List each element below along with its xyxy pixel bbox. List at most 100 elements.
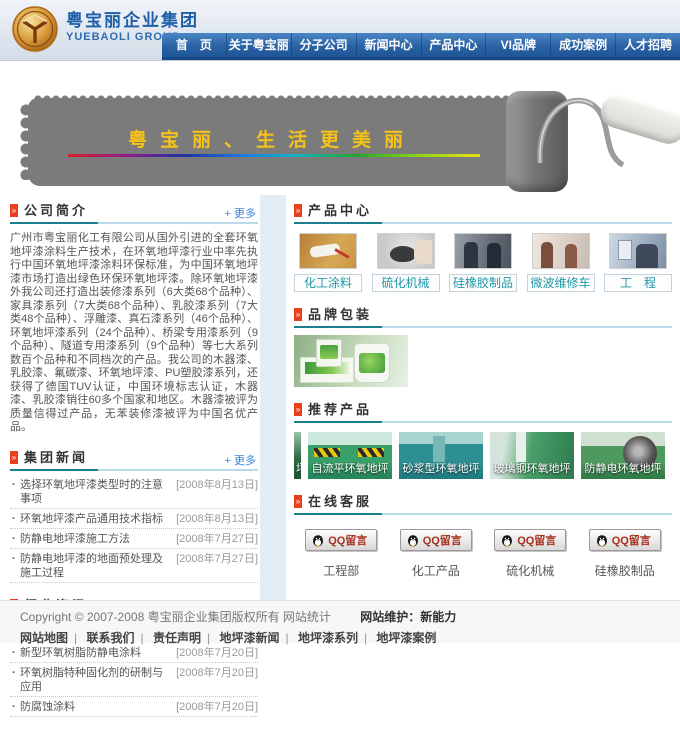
product-photo-paint-roller[interactable] — [299, 233, 357, 269]
qq-message-button[interactable]: QQ留言 — [589, 529, 661, 551]
separator: | — [74, 631, 77, 645]
qq-button-label: QQ留言 — [328, 532, 367, 548]
product-photo-handshake[interactable] — [454, 233, 512, 269]
news-date: [2008年7月20日] — [176, 666, 258, 680]
nav-item-vi-brand[interactable]: VI品牌 — [486, 33, 551, 57]
separator: | — [364, 631, 367, 645]
photo-shape — [464, 242, 478, 269]
news-link[interactable]: 环氧地坪漆产品通用技术指标 — [10, 512, 173, 526]
service-item-chemical: QQ留言 化工产品 — [389, 529, 484, 579]
footer-links: 网站地图| 联系我们| 责任声明| 地坪漆新闻| 地坪漆系列| 地坪漆案例 — [0, 625, 680, 646]
product-row: 化工涂料 硫化机械 硅橡胶制品 微波维修车 工 程 — [294, 233, 672, 292]
news-item: 选择环氧地坪漆类型时的注意事项 [2008年8月13日] — [10, 475, 258, 509]
qq-penguin-icon — [596, 534, 608, 547]
qq-penguin-icon — [501, 534, 513, 547]
footer-link-disclaimer[interactable]: 责任声明 — [153, 631, 201, 645]
section-title: 在线客服 — [308, 494, 372, 509]
separator: | — [207, 631, 210, 645]
nav-item-careers[interactable]: 人才招聘 — [616, 33, 680, 57]
photo-shape — [541, 242, 553, 268]
section-brand-packaging: 品牌包装 — [294, 304, 672, 387]
nav-item-news[interactable]: 新闻中心 — [357, 33, 422, 57]
recommended-row: 坪 自流平环氧地坪 砂浆型环氧地坪 玻璃钢环氧地坪 防静电环氧地坪 — [294, 432, 672, 479]
product-photo-office[interactable] — [609, 233, 667, 269]
news-link[interactable]: 环氧树脂特种固化剂的研制与应用 — [10, 666, 173, 694]
photo-shape — [390, 246, 416, 262]
photo-caption: 砂浆型环氧地坪 — [399, 460, 483, 476]
hero-banner: 粤宝丽、生活更美丽 — [0, 61, 680, 195]
section-title: 品牌包装 — [308, 307, 372, 322]
news-link[interactable]: 防腐蚀涂料 — [10, 700, 173, 714]
service-item-engineering: QQ留言 工程部 — [294, 529, 389, 579]
recommended-photo-antistatic[interactable]: 防静电环氧地坪 — [581, 432, 665, 479]
service-item-vulcanizing: QQ留言 硫化机械 — [483, 529, 578, 579]
product-label[interactable]: 硅橡胶制品 — [449, 274, 517, 292]
news-date: [2008年7月27日] — [176, 532, 258, 546]
nav-item-subsidiaries[interactable]: 分子公司 — [292, 33, 357, 57]
more-link[interactable]: + 更多 — [225, 205, 256, 221]
section-underline — [294, 421, 672, 423]
product-card-coatings: 化工涂料 — [294, 233, 362, 292]
news-date: [2008年7月20日] — [176, 646, 258, 660]
product-label[interactable]: 化工涂料 — [294, 274, 362, 292]
qq-button-label: QQ留言 — [517, 532, 556, 548]
column-divider — [260, 195, 286, 600]
site-maintainer-text: 网站维护：新能力 — [360, 610, 456, 624]
qq-button-label: QQ留言 — [423, 532, 462, 548]
section-bullet-icon — [294, 495, 302, 508]
product-photo-mouse[interactable] — [377, 233, 435, 269]
product-label[interactable]: 硫化机械 — [372, 274, 440, 292]
page-footer: Copyright © 2007-2008 粤宝丽企业集团版权所有 网站统计 网… — [0, 600, 680, 643]
section-group-news: 集团新闻 + 更多 选择环氧地坪漆类型时的注意事项 [2008年8月13日] 环… — [10, 447, 258, 583]
news-link[interactable]: 防静电地坪漆施工方法 — [10, 532, 173, 546]
section-title: 集团新闻 — [24, 450, 88, 465]
section-bullet-icon — [294, 308, 302, 321]
product-photo-office-women[interactable] — [532, 233, 590, 269]
footer-link-contact[interactable]: 联系我们 — [86, 631, 134, 645]
copyright-text: Copyright © 2007-2008 粤宝丽企业集团版权所有 网站统计 — [20, 610, 331, 624]
section-bullet-icon — [10, 204, 18, 217]
nav-item-home[interactable]: 首 页 — [162, 33, 227, 57]
nav-item-about[interactable]: 关于粤宝丽 — [227, 33, 292, 57]
news-link[interactable]: 新型环氧树脂防静电涂料 — [10, 646, 173, 660]
news-date: [2008年7月20日] — [176, 700, 258, 714]
recommended-photo-partial[interactable]: 坪 — [294, 432, 301, 479]
section-title: 推荐产品 — [308, 402, 372, 417]
service-row: QQ留言 工程部 QQ留言 化工产品 QQ留言 硫化机械 — [294, 529, 672, 579]
news-date: [2008年8月13日] — [176, 478, 258, 492]
hazard-stripe-shape — [314, 448, 340, 457]
footer-link-floor-series[interactable]: 地坪漆系列 — [298, 631, 358, 645]
news-item: 环氧地坪漆产品通用技术指标 [2008年8月13日] — [10, 509, 258, 529]
qq-message-button[interactable]: QQ留言 — [494, 529, 566, 551]
group-news-list: 选择环氧地坪漆类型时的注意事项 [2008年8月13日] 环氧地坪漆产品通用技术… — [10, 475, 258, 583]
recommended-photo-fiberglass[interactable]: 玻璃钢环氧地坪 — [490, 432, 574, 479]
service-item-silicone: QQ留言 硅橡胶制品 — [578, 529, 673, 579]
company-logo-icon — [12, 6, 58, 52]
news-link[interactable]: 防静电地坪漆的地面预处理及施工过程 — [10, 552, 173, 580]
recommended-photo-mortar[interactable]: 砂浆型环氧地坪 — [399, 432, 483, 479]
paint-can-shape — [316, 339, 342, 367]
nav-item-cases[interactable]: 成功案例 — [551, 33, 616, 57]
recommended-photo-self-leveling[interactable]: 自流平环氧地坪 — [308, 432, 392, 479]
photo-caption: 防静电环氧地坪 — [581, 460, 665, 476]
section-bullet-icon — [294, 403, 302, 416]
footer-link-sitemap[interactable]: 网站地图 — [20, 631, 68, 645]
qq-message-button[interactable]: QQ留言 — [400, 529, 472, 551]
photo-caption: 坪 — [296, 460, 301, 476]
brand-packaging-photo[interactable] — [294, 335, 408, 387]
company-intro-text: 广州市粤宝丽化工有限公司从国外引进的全套环氧地坪漆涂料生产技术，在环氧地坪漆行业… — [10, 232, 258, 435]
more-link[interactable]: + 更多 — [225, 452, 256, 468]
footer-link-floor-news[interactable]: 地坪漆新闻 — [219, 631, 279, 645]
footer-link-floor-cases[interactable]: 地坪漆案例 — [376, 631, 436, 645]
news-link[interactable]: 选择环氧地坪漆类型时的注意事项 — [10, 478, 173, 506]
rainbow-line — [68, 154, 480, 157]
separator: | — [141, 631, 144, 645]
nav-item-products[interactable]: 产品中心 — [422, 33, 487, 57]
product-label[interactable]: 微波维修车 — [527, 274, 595, 292]
qq-message-button[interactable]: QQ留言 — [305, 529, 377, 551]
pillar-shape — [433, 436, 445, 462]
product-card-microwave-van: 微波维修车 — [527, 233, 595, 292]
product-label[interactable]: 工 程 — [604, 274, 672, 292]
service-label: 硫化机械 — [483, 562, 578, 579]
hazard-stripe-shape — [358, 448, 384, 457]
